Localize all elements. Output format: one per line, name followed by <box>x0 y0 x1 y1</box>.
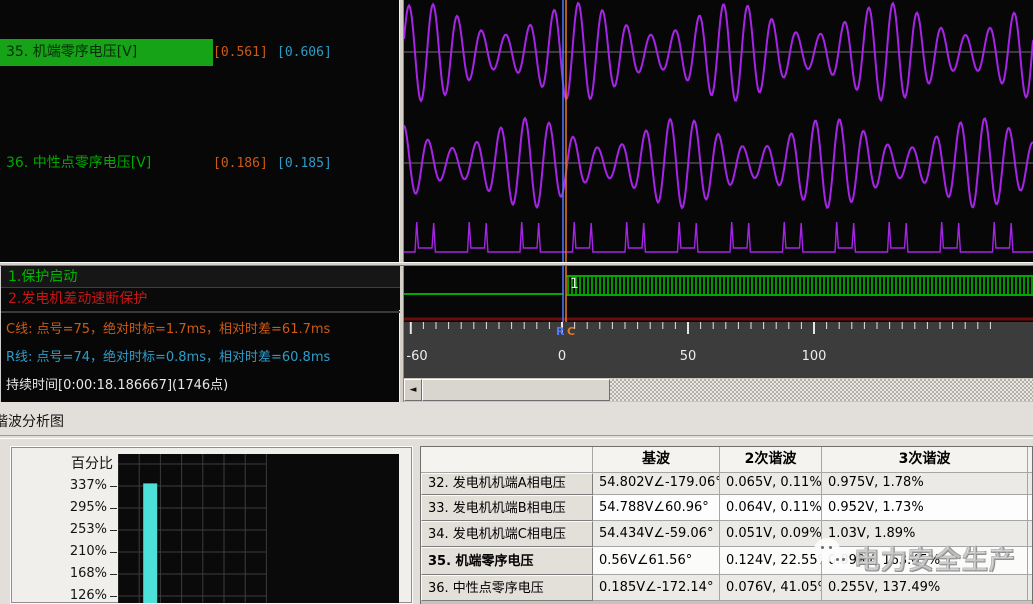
col-header-3rd-harmonic: 3次谐波 <box>822 447 1028 473</box>
row-33-fundamental[interactable]: 54.788V∠60.96° <box>593 495 720 521</box>
harmonic-bars <box>118 454 267 603</box>
row-32-label[interactable]: 32. 发电机机端A相电压 <box>421 473 593 495</box>
percent-tick-label: 126% <box>69 588 107 603</box>
analog-channel-list: 35. 机端零序电压[V] [0.561] [0.606] 36. 中性点零序电… <box>0 0 399 262</box>
channel-36-r-value: [0.185] <box>277 156 332 171</box>
row-36-h3[interactable]: 0.255V, 137.49% <box>822 575 1028 601</box>
row-34-fundamental[interactable]: 54.434V∠-59.06° <box>593 521 720 547</box>
harmonic-section-title: 谐波分析图 <box>0 414 64 430</box>
channel-35-c-value: [0.561] <box>213 45 268 60</box>
row-36-label[interactable]: 36. 中性点零序电压 <box>421 575 593 601</box>
digital-traces-plot[interactable]: 1 <box>404 266 1033 322</box>
row-33-label[interactable]: 33. 发电机机端B相电压 <box>421 495 593 521</box>
row-32-h3[interactable]: 0.975V, 1.78% <box>822 473 1028 495</box>
scrollbar-track[interactable] <box>610 379 1033 401</box>
svg-text:100: 100 <box>802 349 827 364</box>
row-34-h2[interactable]: 0.051V, 0.09% <box>720 521 822 547</box>
analog-waveforms-plot[interactable] <box>404 0 1033 262</box>
row-34-clipped <box>1028 521 1032 547</box>
percent-tick-mark <box>110 508 117 509</box>
row-32-clipped <box>1028 473 1032 495</box>
digital-channel-2-label: 2.发电机差动速断保护 <box>8 291 148 307</box>
percent-tick-mark <box>110 552 117 553</box>
digital-trace-display[interactable]: 1 <box>404 266 1033 322</box>
row-35-clipped <box>1028 547 1032 575</box>
digital-channel-row-2[interactable]: 2.发电机差动速断保护 <box>1 288 400 310</box>
row-36-fundamental[interactable]: 0.185V∠-172.14° <box>593 575 720 601</box>
percent-tick-mark <box>110 574 117 575</box>
percent-axis-title: 百分比 <box>71 456 113 472</box>
percent-tick-label: 337% <box>69 478 107 493</box>
harmonic-bar-plot[interactable] <box>118 454 399 603</box>
percent-tick-mark <box>110 486 117 487</box>
row-34-h3[interactable]: 1.03V, 1.89% <box>822 521 1028 547</box>
svg-text:-60: -60 <box>406 349 427 364</box>
percent-tick-label: 253% <box>69 522 107 537</box>
row-32-h2[interactable]: 0.065V, 0.11% <box>720 473 822 495</box>
percent-tick-mark <box>110 596 117 597</box>
channel-36-label[interactable]: 36. 中性点零序电压[V] <box>0 150 151 177</box>
svg-text:R: R <box>556 325 565 338</box>
row-35-h3[interactable]: 0.899V, 163.45% <box>822 547 1028 575</box>
channel-36-c-value: [0.186] <box>213 156 268 171</box>
digital-channel-list: 1.保护启动 2.发电机差动速断保护 C线: 点号=75，绝对时标=1.7ms，… <box>0 266 400 402</box>
row-34-label[interactable]: 34. 发电机机端C相电压 <box>421 521 593 547</box>
harmonic-table: 基波 2次谐波 3次谐波 32. 发电机机端A相电压 54.802V∠-179.… <box>420 446 1033 604</box>
svg-text:0: 0 <box>558 349 566 364</box>
col-header-2nd-harmonic: 2次谐波 <box>720 447 822 473</box>
scrollbar-thumb[interactable] <box>422 379 610 401</box>
digital-channel-row-1[interactable]: 1.保护启动 <box>1 266 400 288</box>
waveform-h-scrollbar[interactable]: ◄ <box>404 378 1033 402</box>
row-35-h2[interactable]: 0.124V, 22.55% <box>720 547 822 575</box>
analog-channel-row-35[interactable]: 35. 机端零序电压[V] [0.561] [0.606] <box>0 39 399 66</box>
row-33-h3[interactable]: 0.952V, 1.73% <box>822 495 1028 521</box>
row-36-clipped <box>1028 575 1032 601</box>
harmonic-table-grid: 基波 2次谐波 3次谐波 32. 发电机机端A相电压 54.802V∠-179.… <box>421 447 1032 601</box>
scroll-left-button[interactable]: ◄ <box>404 379 422 401</box>
col-header-clipped <box>1028 447 1032 473</box>
col-header-fundamental: 基波 <box>593 447 720 473</box>
channel-35-r-value: [0.606] <box>277 45 332 60</box>
time-axis-plot: -60 0 50 100 R C <box>404 322 1033 378</box>
info-separator <box>1 311 400 313</box>
percent-tick-mark <box>110 530 117 531</box>
row-36-h2[interactable]: 0.076V, 41.05% <box>720 575 822 601</box>
harmonic-analysis-section: 谐波分析图 百分比 337% 295% 253% 210% 168% 126% 基波 2次… <box>0 402 1033 604</box>
percent-tick-label: 295% <box>69 500 107 515</box>
svg-text:50: 50 <box>680 349 697 364</box>
row-33-h2[interactable]: 0.064V, 0.11% <box>720 495 822 521</box>
fault-oscillogram-window: 35. 机端零序电压[V] [0.561] [0.606] 36. 中性点零序电… <box>0 0 1033 604</box>
time-axis-ruler[interactable]: -60 0 50 100 R C <box>404 322 1033 378</box>
percent-tick-label: 168% <box>69 566 107 581</box>
waveform-display[interactable] <box>404 0 1033 262</box>
c-cursor-readout: C线: 点号=75，绝对时标=1.7ms，相对时差=61.7ms <box>6 322 331 337</box>
r-cursor-readout: R线: 点号=74，绝对时标=0.8ms，相对时差=60.8ms <box>6 350 331 365</box>
svg-text:1: 1 <box>570 276 579 292</box>
table-corner-header <box>421 447 593 473</box>
harmonic-bar-chart-panel: 百分比 337% 295% 253% 210% 168% 126% <box>10 446 413 604</box>
row-35-label[interactable]: 35. 机端零序电压 <box>421 547 593 575</box>
analog-channel-row-36[interactable]: 36. 中性点零序电压[V] [0.186] [0.185] <box>0 150 399 177</box>
row-35-fundamental[interactable]: 0.56V∠61.56° <box>593 547 720 575</box>
percent-tick-label: 210% <box>69 544 107 559</box>
svg-text:C: C <box>567 325 575 338</box>
record-duration: 持续时间[0:00:18.186667](1746点) <box>6 378 229 393</box>
row-33-clipped <box>1028 495 1032 521</box>
channel-35-label[interactable]: 35. 机端零序电压[V] <box>0 39 213 66</box>
digital-channel-1-label: 1.保护启动 <box>8 269 78 285</box>
row-32-fundamental[interactable]: 54.802V∠-179.06° <box>593 473 720 495</box>
section-divider <box>0 435 1033 439</box>
